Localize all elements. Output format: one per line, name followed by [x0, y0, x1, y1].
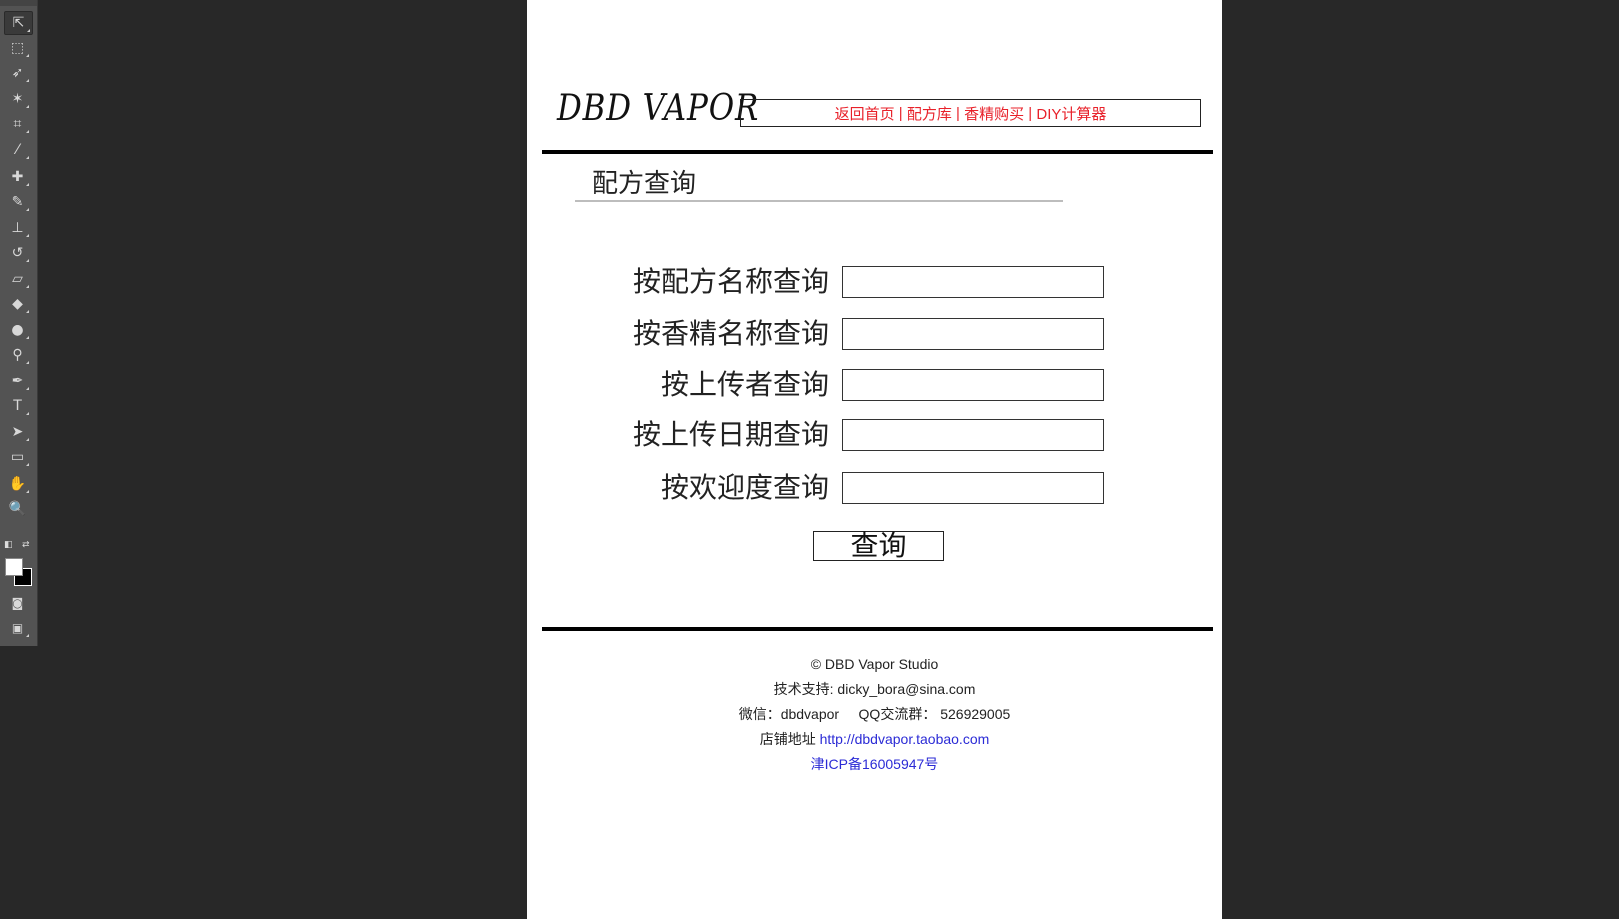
recipe-name-input[interactable]: [842, 266, 1104, 298]
nav-link-home[interactable]: 返回首页: [835, 103, 895, 124]
nav-separator: |: [894, 104, 907, 122]
contact-line: 微信：dbdvapor QQ交流群： 526929005: [527, 702, 1222, 727]
shop-link[interactable]: http://dbdvapor.taobao.com: [820, 731, 990, 747]
paint-bucket-tool-icon[interactable]: ◆: [4, 293, 31, 315]
search-row-upload-date: 按上传日期查询: [527, 419, 1222, 451]
search-button[interactable]: 查询: [813, 531, 944, 561]
wechat-text: 微信：dbdvapor: [738, 706, 840, 722]
support-text: 技术支持: dicky_bora@sina.com: [773, 681, 976, 697]
flavor-name-input[interactable]: [842, 318, 1104, 350]
magic-wand-tool-icon[interactable]: ✶: [4, 88, 31, 110]
icp-link[interactable]: 津ICP备16005947号: [527, 752, 1222, 777]
uploader-label: 按上传者查询: [660, 369, 829, 400]
page-title: 配方查询: [592, 168, 697, 198]
upload-date-input[interactable]: [842, 419, 1104, 451]
upload-date-label: 按上传日期查询: [632, 419, 829, 450]
search-row-popularity: 按欢迎度查询: [527, 472, 1222, 504]
clone-stamp-tool-icon[interactable]: ⊥: [4, 217, 31, 239]
move-tool-icon[interactable]: ⇱: [4, 11, 33, 35]
nav-link-recipes[interactable]: 配方库: [907, 103, 952, 124]
top-nav: 返回首页 | 配方库 | 香精购买 | DIY计算器: [740, 99, 1201, 127]
rectangle-tool-icon[interactable]: ▭: [4, 446, 31, 468]
pen-tool-icon[interactable]: ✒: [4, 370, 31, 392]
eyedropper-tool-icon[interactable]: ⁄: [4, 139, 31, 161]
eraser-tool-icon[interactable]: ▱: [4, 268, 31, 290]
shop-label: 店铺地址: [759, 731, 820, 747]
brush-tool-icon[interactable]: ✎: [4, 191, 31, 213]
quick-mask-icon[interactable]: ◙: [4, 592, 31, 614]
search-row-flavor-name: 按香精名称查询: [527, 318, 1222, 350]
popularity-input[interactable]: [842, 472, 1104, 504]
default-colors-icon[interactable]: ◧: [4, 540, 13, 550]
flavor-name-label: 按香精名称查询: [632, 318, 829, 349]
shop-line: 店铺地址 http://dbdvapor.taobao.com: [527, 727, 1222, 752]
marquee-tool-icon[interactable]: ⬚: [4, 37, 31, 59]
screen-mode-icon[interactable]: ▣: [4, 617, 31, 639]
footer-divider: [542, 627, 1213, 631]
footer: © DBD Vapor Studio 技术支持: dicky_bora@sina…: [527, 652, 1222, 777]
history-brush-tool-icon[interactable]: ↺: [4, 242, 31, 264]
site-logo: DBD VAPOR: [557, 88, 760, 129]
lasso-tool-icon[interactable]: ➶: [4, 62, 31, 84]
healing-brush-tool-icon[interactable]: ✚: [4, 166, 31, 188]
nav-link-calculator[interactable]: DIY计算器: [1036, 103, 1106, 124]
copyright-text: © DBD Vapor Studio: [810, 656, 939, 672]
blur-tool-icon[interactable]: ●: [4, 319, 31, 341]
qq-group-text: QQ交流群： 526929005: [858, 706, 1011, 722]
tools-panel-grip[interactable]: [0, 0, 37, 6]
search-row-recipe-name: 按配方名称查询: [527, 266, 1222, 298]
nav-link-buy[interactable]: 香精购买: [964, 103, 1024, 124]
type-tool-icon[interactable]: T: [4, 395, 31, 417]
hand-tool-icon[interactable]: ✋: [4, 473, 31, 495]
title-underline: [575, 200, 1063, 202]
path-selection-tool-icon[interactable]: ➤: [4, 421, 31, 443]
dodge-tool-icon[interactable]: ⚲: [4, 344, 31, 366]
search-row-uploader: 按上传者查询: [527, 369, 1222, 401]
popularity-label: 按欢迎度查询: [660, 472, 829, 503]
nav-separator: |: [1024, 104, 1037, 122]
recipe-name-label: 按配方名称查询: [632, 266, 829, 297]
document-canvas: DBD VAPOR 返回首页 | 配方库 | 香精购买 | DIY计算器 配方查…: [527, 0, 1222, 919]
header-divider: [542, 150, 1213, 154]
uploader-input[interactable]: [842, 369, 1104, 401]
swap-colors-icon[interactable]: ⇄: [22, 540, 30, 550]
tools-panel: ⇱ ⬚ ➶ ✶ ⌗ ⁄ ✚ ✎ ⊥ ↺ ▱ ◆ ● ⚲ ✒ T ➤ ▭ ✋ 🔍 ◧ ⇄ ◙ ▣: [0, 0, 38, 646]
crop-tool-icon[interactable]: ⌗: [4, 113, 31, 135]
foreground-color-swatch[interactable]: [5, 558, 23, 576]
zoom-tool-icon[interactable]: 🔍: [4, 498, 31, 520]
nav-separator: |: [951, 104, 965, 122]
